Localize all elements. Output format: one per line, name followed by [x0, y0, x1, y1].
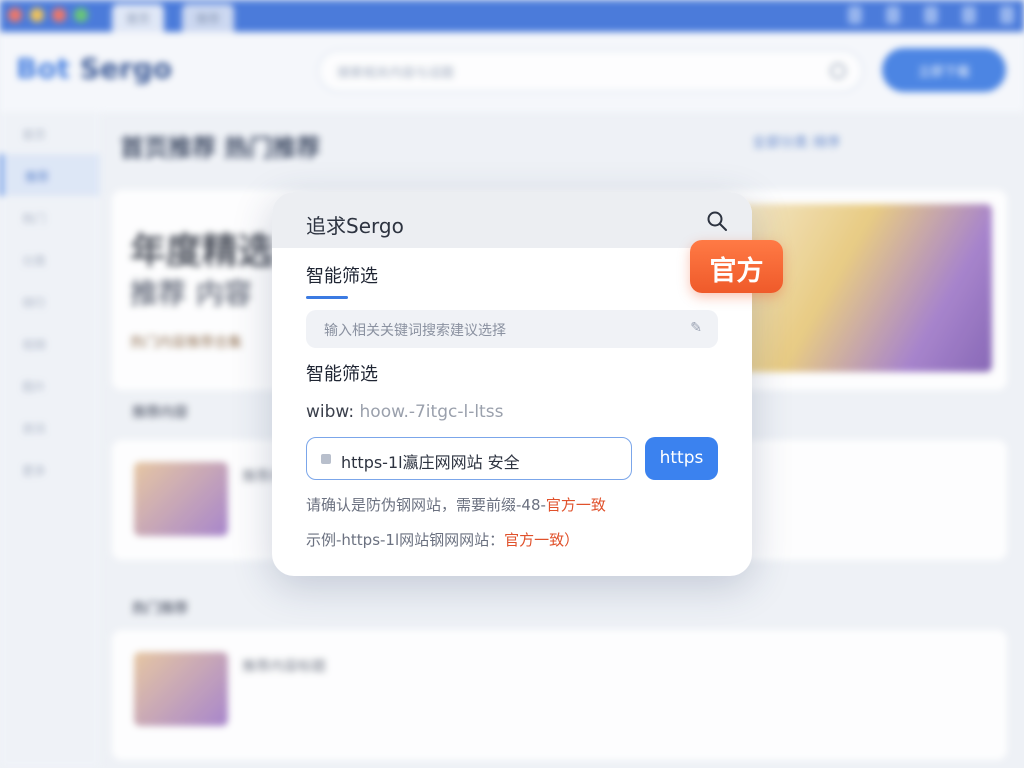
sidebar-item[interactable]: 资讯	[0, 406, 100, 448]
sidebar-item[interactable]: 排行	[0, 280, 100, 322]
search-placeholder: 搜索相关内容与话题	[337, 66, 455, 81]
keyword-placeholder: 输入相关关键词搜索建议选择	[324, 323, 506, 339]
toolbar-icon[interactable]	[886, 6, 900, 24]
breadcrumb: 首页推荐 热门推荐	[120, 134, 321, 162]
www-value: hoow.-7itgc-l-ltss	[359, 402, 504, 422]
pen-icon[interactable]: ✎	[690, 320, 702, 336]
search-icon[interactable]	[706, 210, 728, 232]
header-button[interactable]: 立即下载	[882, 48, 1006, 92]
official-badge: 官方	[690, 240, 783, 293]
maximize-dot[interactable]	[74, 8, 88, 22]
minimize-dot[interactable]	[30, 8, 44, 22]
card-title: 追求Sergo	[306, 214, 404, 238]
https-button[interactable]: https	[645, 437, 718, 480]
search-popup-card: 追求Sergo 官方 智能筛选 输入相关关键词搜索建议选择 ✎ 智能筛选 wib…	[272, 192, 783, 576]
section-title: 推荐内容	[132, 405, 188, 421]
url-value: https-1l瀛庄网网站 安全	[341, 453, 520, 472]
toolbar-icon[interactable]	[962, 6, 976, 24]
shield-icon	[321, 454, 331, 464]
www-label: wibw:	[306, 402, 355, 422]
close-dot[interactable]	[8, 8, 22, 22]
sidebar-item-active[interactable]: 推荐	[0, 154, 100, 196]
sidebar-item[interactable]: 视频	[0, 322, 100, 364]
window-controls	[8, 8, 88, 22]
list-item-title: 推荐内容标题	[242, 659, 326, 675]
site-header: Bot Sergo 搜索相关内容与话题 立即下载	[0, 32, 1024, 112]
toolbar-icons	[848, 6, 1014, 24]
keyword-input[interactable]: 输入相关关键词搜索建议选择 ✎	[306, 310, 718, 348]
thumbnail	[134, 462, 228, 536]
section-title: 热门推荐	[132, 601, 188, 617]
section-heading: 智能筛选	[306, 364, 378, 385]
sidebar-item[interactable]: 热门	[0, 196, 100, 238]
sidebar-item[interactable]: 首页	[0, 112, 100, 154]
example-note: 示例-https-1l网站钢网网站：官方一致）	[306, 529, 579, 550]
note-highlight: 官方一致）	[504, 531, 580, 549]
hero-subtitle: 推荐 内容	[130, 277, 252, 310]
minimize-dot-2[interactable]	[52, 8, 66, 22]
thumbnail	[134, 652, 228, 726]
browser-top-bar: 首页 推荐	[0, 0, 1024, 32]
sidebar-item[interactable]: 分类	[0, 238, 100, 280]
toolbar-icon[interactable]	[848, 6, 862, 24]
toolbar-icon[interactable]	[1000, 6, 1014, 24]
hero-title: 年度精选	[130, 231, 275, 272]
site-search-input[interactable]: 搜索相关内容与话题	[318, 50, 863, 92]
toolbar-icon[interactable]	[924, 6, 938, 24]
hero-caption: 热门内容推荐合集	[130, 335, 242, 351]
search-icon[interactable]	[830, 63, 846, 79]
logo-mark: Bot	[16, 52, 70, 85]
logo-text: Sergo	[79, 52, 172, 85]
list-item[interactable]: 推荐内容标题	[112, 630, 1007, 760]
breadcrumb-right[interactable]: 全部分类 排序	[752, 132, 840, 152]
sidebar: 首页 推荐 热门 分类 排行 视频 图片 资讯 更多	[0, 112, 100, 768]
sidebar-item[interactable]: 图片	[0, 364, 100, 406]
tab-smart-filter[interactable]: 智能筛选	[306, 262, 378, 288]
browser-tab-1[interactable]: 首页	[112, 4, 165, 32]
tab-underline	[306, 296, 348, 299]
url-input[interactable]: https-1l瀛庄网网站 安全	[306, 437, 632, 480]
www-label-row: wibw: hoow.-7itgc-l-ltss	[306, 402, 503, 422]
note-highlight: 官方一致	[545, 496, 606, 514]
browser-tab-2[interactable]: 推荐	[182, 4, 235, 32]
verification-note: 请确认是防伪钢网站，需要前缀-48-官方一致	[306, 494, 606, 515]
site-logo[interactable]: Bot Sergo	[16, 52, 172, 85]
sidebar-item[interactable]: 更多	[0, 448, 100, 490]
note-text: 请确认是防伪钢网站，需要前缀-48-	[306, 496, 546, 514]
note-text: 示例-https-1l网站钢网网站：	[306, 531, 505, 549]
